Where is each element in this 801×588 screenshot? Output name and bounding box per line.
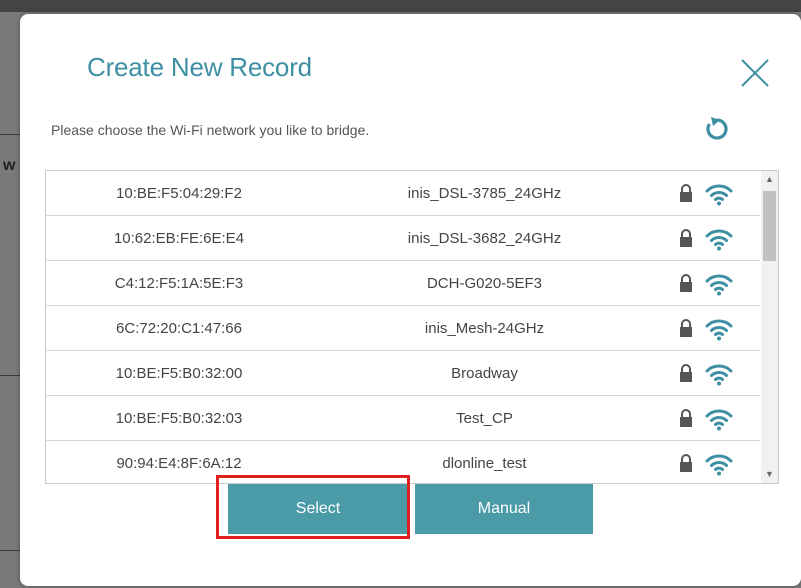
network-row[interactable]: 10:BE:F5:B0:32:00 Broadway [46, 351, 760, 396]
network-mac-address: 10:BE:F5:B0:32:03 [115, 410, 243, 427]
wifi-signal-icon [705, 407, 733, 431]
network-ssid: DCH-G020-5EF3 [426, 275, 543, 292]
network-ssid: inis_Mesh-24GHz [424, 320, 545, 337]
scroll-thumb[interactable] [763, 191, 776, 261]
network-row[interactable]: 10:62:EB:FE:6E:E4 inis_DSL-3682_24GHz [46, 216, 760, 261]
network-row[interactable]: 6C:72:20:C1:47:66 inis_Mesh-24GHz [46, 306, 760, 351]
network-mac-address: 90:94:E4:8F:6A:12 [116, 455, 242, 472]
select-button[interactable]: Select [228, 484, 408, 534]
wifi-signal-icon [705, 272, 733, 296]
network-mac-address: C4:12:F5:1A:5E:F3 [114, 275, 244, 292]
background-divider [0, 550, 20, 551]
lock-icon [679, 228, 693, 248]
wifi-signal-icon [705, 317, 733, 341]
network-ssid: dlonline_test [442, 455, 527, 472]
network-mac-address: 10:62:EB:FE:6E:E4 [113, 230, 245, 247]
wifi-signal-icon [705, 227, 733, 251]
lock-icon [679, 318, 693, 338]
manual-button[interactable]: Manual [415, 484, 593, 534]
lock-icon [679, 273, 693, 293]
network-mac-address: 10:BE:F5:04:29:F2 [116, 185, 242, 202]
lock-icon [679, 363, 693, 383]
network-ssid: Broadway [451, 365, 518, 382]
lock-icon [679, 183, 693, 203]
wifi-network-rows: 10:BE:F5:04:29:F2 inis_DSL-3785_24GHz 10:6… [46, 171, 760, 483]
background-text-fragment: w [3, 157, 16, 174]
network-row[interactable]: 90:94:E4:8F:6A:12 dlonline_test [46, 441, 760, 483]
network-mac-address: 10:BE:F5:B0:32:00 [115, 365, 243, 382]
wifi-signal-icon [705, 362, 733, 386]
background-top-bar [0, 0, 801, 12]
network-ssid: Test_CP [456, 410, 513, 427]
network-ssid: inis_DSL-3785_24GHz [407, 185, 562, 202]
refresh-icon[interactable] [702, 114, 732, 144]
network-row[interactable]: 10:BE:F5:04:29:F2 inis_DSL-3785_24GHz [46, 171, 760, 216]
dialog-instructions: Please choose the Wi-Fi network you like… [51, 122, 370, 138]
lock-icon [679, 453, 693, 473]
network-row[interactable]: C4:12:F5:1A:5E:F3 DCH-G020-5EF3 [46, 261, 760, 306]
close-icon[interactable] [738, 56, 772, 90]
dialog-title: Create New Record [87, 52, 312, 82]
scroll-up-arrow-icon[interactable]: ▲ [761, 171, 778, 188]
network-mac-address: 6C:72:20:C1:47:66 [116, 320, 242, 337]
scroll-down-arrow-icon[interactable]: ▼ [761, 466, 778, 483]
wifi-signal-icon [705, 452, 733, 476]
network-ssid: inis_DSL-3682_24GHz [407, 230, 562, 247]
lock-icon [679, 408, 693, 428]
wifi-signal-icon [705, 182, 733, 206]
network-row[interactable]: 10:BE:F5:B0:32:03 Test_CP [46, 396, 760, 441]
list-scrollbar[interactable]: ▲ ▼ [761, 171, 778, 483]
wifi-network-list[interactable]: 10:BE:F5:04:29:F2 inis_DSL-3785_24GHz 10:6… [45, 170, 779, 484]
background-divider [0, 375, 20, 376]
create-record-dialog: Create New Record Please choose the Wi-F… [20, 14, 801, 586]
background-divider [0, 134, 20, 135]
